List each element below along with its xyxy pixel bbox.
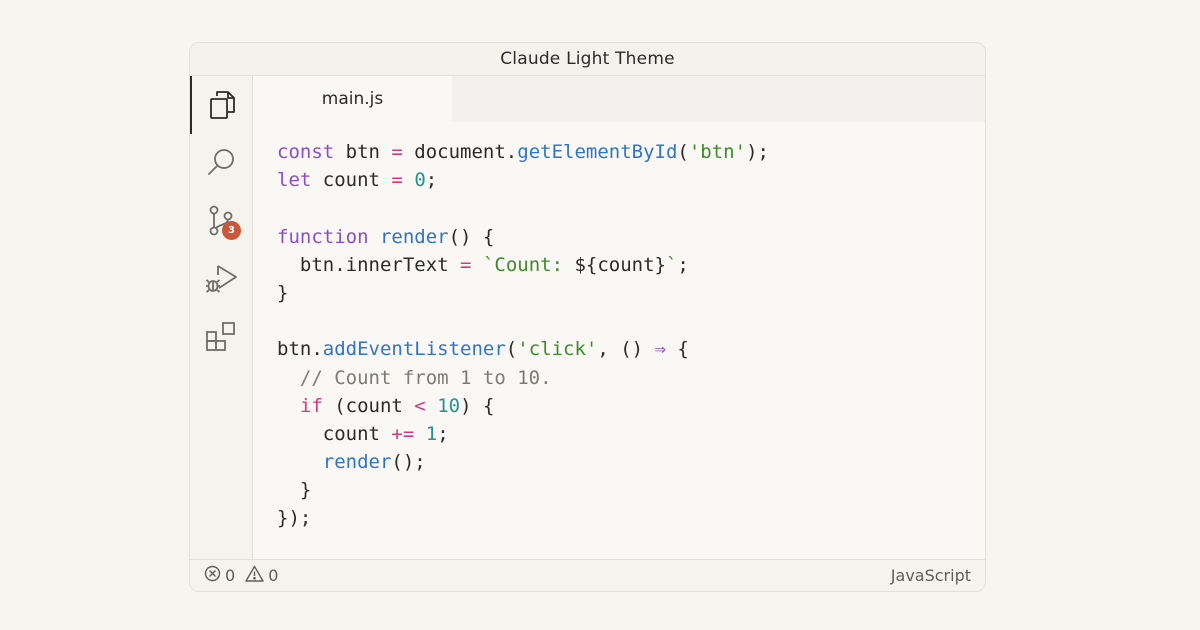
code-line: const btn = document.getElementById('btn… <box>277 138 975 166</box>
problems-indicator[interactable]: 0 0 <box>204 565 284 586</box>
code-line: render(); <box>277 448 975 476</box>
code-line: }); <box>277 504 975 532</box>
code-token: document. <box>402 141 518 163</box>
window-title: Claude Light Theme <box>500 49 675 69</box>
code-token: btn.innerText <box>277 253 461 276</box>
activity-extensions[interactable] <box>190 308 252 366</box>
code-token: // Count from 1 to 10. <box>299 366 552 389</box>
files-icon <box>207 89 237 121</box>
code-token: () { <box>448 225 495 248</box>
code-token: addEventListener <box>322 338 506 361</box>
status-bar: 0 0 JavaScript <box>190 559 985 591</box>
code-token: getElementById <box>517 141 678 163</box>
search-icon <box>205 147 237 179</box>
editor-pane: main.js const btn = document.getElementB… <box>253 76 985 559</box>
code-token: < <box>414 394 426 417</box>
code-token: += <box>391 422 415 445</box>
tab-strip: main.js <box>253 76 985 122</box>
code-token: { <box>665 338 689 361</box>
code-token: if <box>299 394 323 417</box>
code-line: btn.innerText = `Count: ${count}`; <box>277 251 975 279</box>
code-token: 0 <box>414 169 426 192</box>
code-token: let <box>277 169 312 192</box>
activity-search[interactable] <box>190 134 252 192</box>
code-token: 'click' <box>517 338 598 361</box>
code-token: = <box>391 141 403 163</box>
extensions-icon <box>204 320 238 354</box>
code-token: render <box>379 225 449 248</box>
language-mode[interactable]: JavaScript <box>891 566 971 585</box>
code-token: ; <box>425 169 438 192</box>
tab-label: main.js <box>321 89 384 109</box>
activity-bar: 3 <box>190 76 253 559</box>
code-line: } <box>277 476 975 504</box>
code-token: ⇒ <box>654 338 666 361</box>
code-line: } <box>277 279 975 307</box>
code-token: ` <box>665 253 678 276</box>
editor-window: Claude Light Theme 3 main.js const btn =… <box>189 42 986 592</box>
code-token: ; <box>677 253 689 276</box>
code-token: , () <box>597 338 655 361</box>
error-circle-icon <box>204 565 221 586</box>
error-count: 0 <box>225 566 236 585</box>
code-token: 'btn' <box>688 141 747 163</box>
source-control-badge: 3 <box>222 221 241 240</box>
code-line: function render() { <box>277 223 975 251</box>
warning-count: 0 <box>268 566 279 585</box>
code-token: (count <box>322 394 415 417</box>
code-line: let count = 0; <box>277 166 975 194</box>
code-token: `Count: <box>482 253 575 276</box>
workbench: 3 main.js const btn = document.getElemen… <box>190 76 985 559</box>
code-token: } <box>277 281 289 304</box>
code-line: btn.addEventListener('click', () ⇒ { <box>277 335 975 363</box>
activity-source-control[interactable]: 3 <box>190 192 252 250</box>
code-token: } <box>277 479 312 502</box>
code-line: if (count < 10) { <box>277 392 975 420</box>
run-debug-icon <box>204 262 238 296</box>
activity-run-debug[interactable] <box>190 250 252 308</box>
code-token: count <box>277 422 392 445</box>
code-token: ); <box>746 141 769 163</box>
tab-main-js[interactable]: main.js <box>253 76 452 122</box>
code-token: count <box>311 169 392 192</box>
code-token: ) { <box>460 394 495 417</box>
code-line: count += 1; <box>277 420 975 448</box>
activity-explorer[interactable] <box>190 76 252 134</box>
code-token: 1 <box>425 422 438 445</box>
code-token: render <box>322 451 392 474</box>
code-token: = <box>391 169 403 192</box>
code-token: ( <box>677 141 689 163</box>
title-bar: Claude Light Theme <box>190 43 985 76</box>
code-token: btn <box>334 141 392 163</box>
code-token: ( <box>505 338 518 361</box>
warning-triangle-icon <box>245 565 264 586</box>
code-token: const <box>277 141 335 163</box>
code-token: }); <box>277 507 312 530</box>
code-token: ; <box>437 422 449 445</box>
code-token: ${count} <box>574 253 666 276</box>
code-token: (); <box>391 451 426 474</box>
code-token: function <box>277 225 369 248</box>
code-line: // Count from 1 to 10. <box>277 364 975 392</box>
code-token: = <box>460 253 472 276</box>
code-token: 10 <box>437 394 461 417</box>
code-token: btn. <box>277 338 323 361</box>
code-editor[interactable]: const btn = document.getElementById('btn… <box>277 138 975 533</box>
